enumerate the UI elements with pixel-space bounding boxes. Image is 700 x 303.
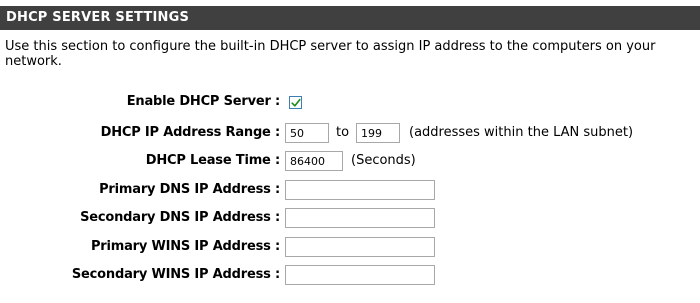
primary-wins-input[interactable] — [285, 237, 435, 257]
lease-time-input[interactable] — [285, 151, 343, 171]
ip-range-label: DHCP IP Address Range : — [100, 125, 281, 140]
primary-wins-row: Primary WINS IP Address : — [0, 237, 700, 257]
ip-range-row: DHCP IP Address Range : to (addresses wi… — [0, 123, 700, 143]
ip-range-to-text: to — [336, 125, 350, 140]
section-title: DHCP SERVER SETTINGS — [0, 6, 700, 30]
enable-dhcp-label: Enable DHCP Server : — [126, 94, 280, 109]
primary-dns-input[interactable] — [285, 180, 435, 200]
secondary-dns-row: Secondary DNS IP Address : — [0, 208, 700, 228]
ip-range-end-input[interactable] — [356, 123, 400, 143]
section-description: Use this section to configure the built-… — [5, 39, 656, 69]
secondary-wins-label: Secondary WINS IP Address : — [71, 267, 280, 282]
enable-dhcp-row: Enable DHCP Server : — [0, 92, 700, 112]
lease-time-unit: (Seconds) — [351, 153, 416, 168]
lease-time-row: DHCP Lease Time : (Seconds) — [0, 151, 700, 171]
primary-wins-label: Primary WINS IP Address : — [90, 239, 280, 254]
enable-dhcp-checkbox[interactable] — [289, 96, 302, 109]
ip-range-start-input[interactable] — [285, 123, 329, 143]
secondary-wins-input[interactable] — [285, 265, 435, 285]
lease-time-label: DHCP Lease Time : — [145, 153, 280, 168]
ip-range-note: (addresses within the LAN subnet) — [409, 125, 634, 140]
dhcp-server-settings-panel: DHCP SERVER SETTINGS Use this section to… — [0, 0, 700, 303]
secondary-wins-row: Secondary WINS IP Address : — [0, 265, 700, 285]
secondary-dns-input[interactable] — [285, 208, 435, 228]
checkmark-icon — [291, 98, 301, 107]
secondary-dns-label: Secondary DNS IP Address : — [80, 210, 280, 225]
primary-dns-label: Primary DNS IP Address : — [99, 182, 280, 197]
primary-dns-row: Primary DNS IP Address : — [0, 180, 700, 200]
